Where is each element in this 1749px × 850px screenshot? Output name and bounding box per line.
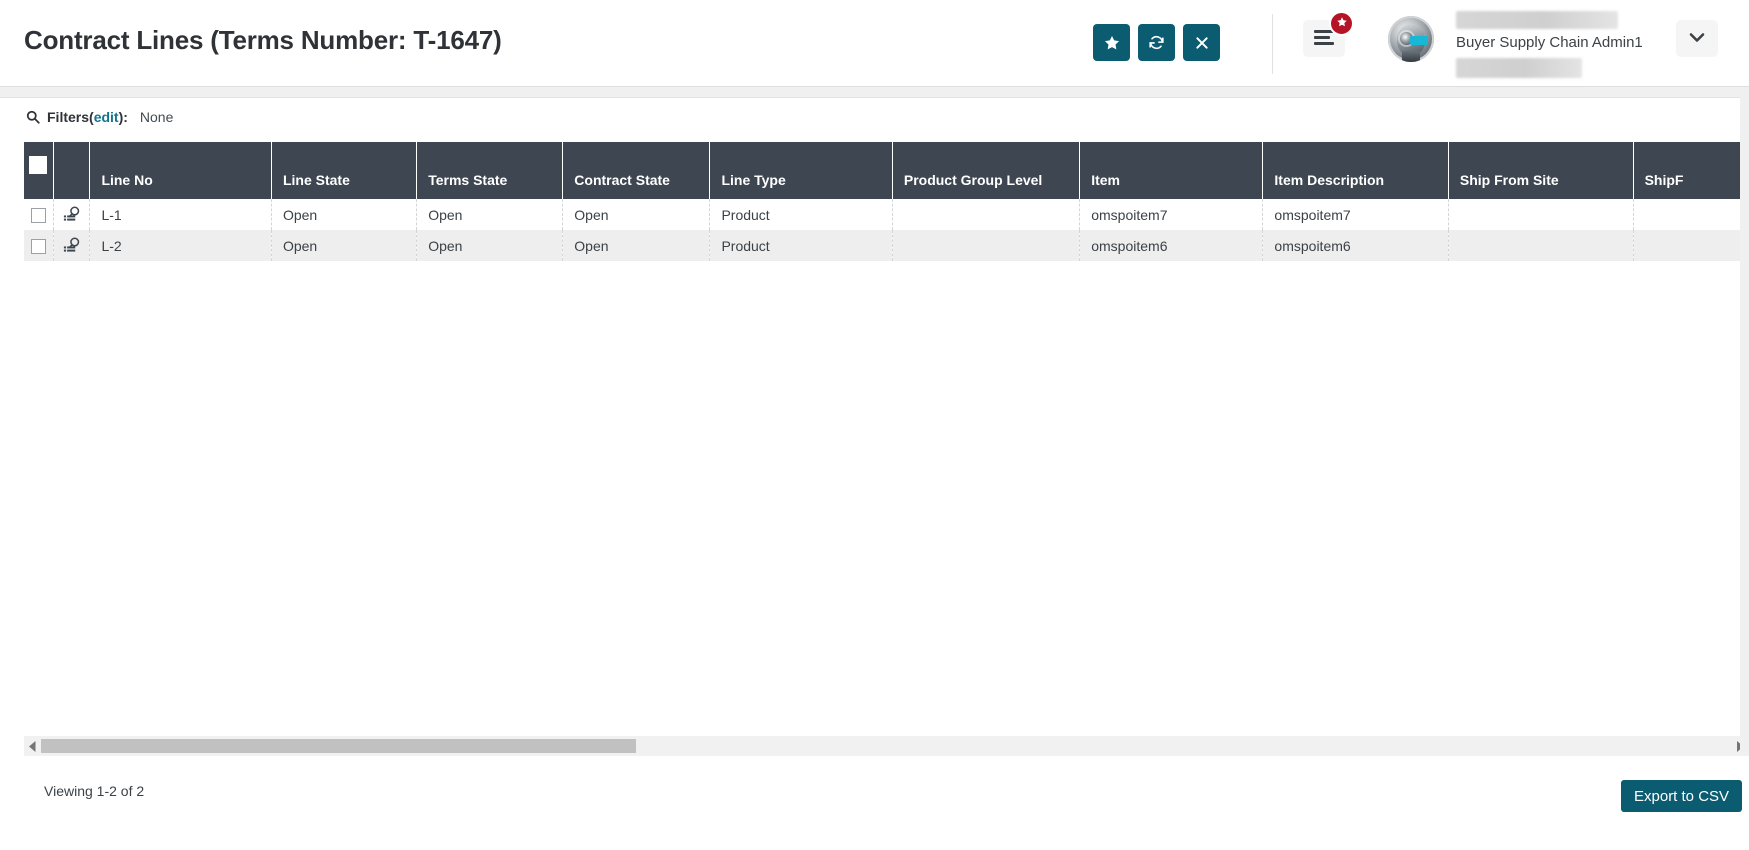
- header-action-buttons: [1093, 24, 1220, 61]
- cell-line-no: L-2: [89, 230, 272, 261]
- column-header-contract-state[interactable]: Contract State: [562, 142, 711, 199]
- row-checkbox[interactable]: [30, 207, 46, 223]
- export-to-csv-button[interactable]: Export to CSV: [1621, 780, 1743, 812]
- cell-line-type: Product: [709, 199, 893, 230]
- cell-contract-state: Open: [562, 199, 711, 230]
- content-panel: Filters ( edit ): None Line No Line Stat: [0, 97, 1749, 850]
- hamburger-menu-icon: [1314, 29, 1334, 48]
- star-badge-icon: [1336, 15, 1348, 33]
- column-header-item[interactable]: Item: [1079, 142, 1264, 199]
- row-checkbox[interactable]: [30, 238, 46, 254]
- contract-lines-table-area: Line No Line State Terms State Contract …: [24, 142, 1749, 663]
- select-all-header[interactable]: [24, 142, 54, 199]
- scrollbar-thumb[interactable]: [41, 739, 636, 753]
- chevron-down-icon: [1689, 31, 1705, 46]
- select-all-checkbox[interactable]: [29, 156, 48, 175]
- user-menu-dropdown-button[interactable]: [1676, 20, 1718, 57]
- close-button[interactable]: [1183, 24, 1220, 61]
- user-info-block: Buyer Supply Chain Admin1: [1456, 6, 1643, 80]
- cell-ship-from-site: [1448, 199, 1634, 230]
- cell-line-type: Product: [709, 230, 893, 261]
- redacted-company-line: [1456, 11, 1618, 29]
- view-line-details-icon[interactable]: [63, 206, 81, 224]
- column-header-terms-state[interactable]: Terms State: [416, 142, 564, 199]
- cell-terms-state: Open: [416, 199, 564, 230]
- filters-bar: Filters ( edit ): None: [0, 98, 1749, 136]
- avatar-neck: [1402, 51, 1420, 62]
- cell-ship-from-site: [1448, 230, 1634, 261]
- table-row[interactable]: L-2 Open Open Open Product omspoitem6 om…: [24, 230, 1749, 261]
- cell-line-no: L-1: [89, 199, 272, 230]
- cell-contract-state: Open: [562, 230, 711, 261]
- refresh-button[interactable]: [1138, 24, 1175, 61]
- table-header-row: Line No Line State Terms State Contract …: [24, 142, 1749, 199]
- row-action-cell[interactable]: [53, 230, 91, 261]
- redacted-role-line: [1456, 58, 1582, 78]
- scroll-left-arrow-icon[interactable]: [24, 736, 41, 756]
- view-line-details-icon[interactable]: [63, 237, 81, 255]
- cell-product-group: [892, 199, 1081, 230]
- cell-item: omspoitem7: [1079, 199, 1264, 230]
- app-header: Contract Lines (Terms Number: T-1647) Bu…: [0, 0, 1749, 87]
- cell-item: omspoitem6: [1079, 230, 1264, 261]
- column-header-ship-to[interactable]: ShipF: [1633, 142, 1749, 199]
- search-icon: [26, 110, 40, 124]
- contract-lines-table: Line No Line State Terms State Contract …: [24, 142, 1749, 261]
- filters-paren-close: ):: [118, 109, 128, 125]
- cell-item-description: omspoitem7: [1262, 199, 1449, 230]
- header-divider: [1272, 14, 1273, 74]
- column-header-line-state[interactable]: Line State: [271, 142, 418, 199]
- row-select-cell[interactable]: [24, 230, 54, 261]
- column-header-item-description[interactable]: Item Description: [1262, 142, 1449, 199]
- column-header-line-no[interactable]: Line No: [89, 142, 272, 199]
- table-body: L-1 Open Open Open Product omspoitem7 om…: [24, 199, 1749, 261]
- avatar-visor: [1410, 36, 1428, 45]
- table-footer: Viewing 1-2 of 2 Export to CSV: [0, 764, 1749, 850]
- column-header-product-group-level[interactable]: Product Group Level: [892, 142, 1081, 199]
- row-select-cell[interactable]: [24, 199, 54, 230]
- menu-button-wrapper: [1303, 11, 1354, 57]
- close-icon: [1194, 35, 1210, 51]
- page-title: Contract Lines (Terms Number: T-1647): [24, 25, 502, 55]
- filters-value: None: [139, 109, 174, 125]
- scrollbar-track[interactable]: [41, 739, 1732, 753]
- row-action-cell[interactable]: [53, 199, 91, 230]
- horizontal-scrollbar[interactable]: [24, 736, 1749, 756]
- column-header-line-type[interactable]: Line Type: [709, 142, 893, 199]
- column-header-ship-from-site[interactable]: Ship From Site: [1448, 142, 1634, 199]
- cell-line-state: Open: [271, 230, 418, 261]
- favorite-button[interactable]: [1093, 24, 1130, 61]
- table-row[interactable]: L-1 Open Open Open Product omspoitem7 om…: [24, 199, 1749, 230]
- user-avatar-image[interactable]: [1388, 16, 1434, 62]
- cell-line-state: Open: [271, 199, 418, 230]
- filters-label: Filters: [47, 109, 90, 125]
- cell-product-group: [892, 230, 1081, 261]
- menu-star-badge: [1329, 11, 1354, 36]
- cell-ship-to: [1633, 199, 1749, 230]
- cell-item-description: omspoitem6: [1262, 230, 1449, 261]
- page-right-edge: [1740, 97, 1749, 752]
- refresh-icon: [1147, 33, 1166, 52]
- star-icon: [1103, 34, 1121, 52]
- row-action-header: [53, 142, 91, 199]
- viewing-count-label: Viewing 1-2 of 2: [44, 783, 145, 799]
- user-name-label: Buyer Supply Chain Admin1: [1456, 34, 1643, 51]
- cell-terms-state: Open: [416, 230, 564, 261]
- cell-ship-to: [1633, 230, 1749, 261]
- filters-edit-link[interactable]: edit: [94, 109, 119, 125]
